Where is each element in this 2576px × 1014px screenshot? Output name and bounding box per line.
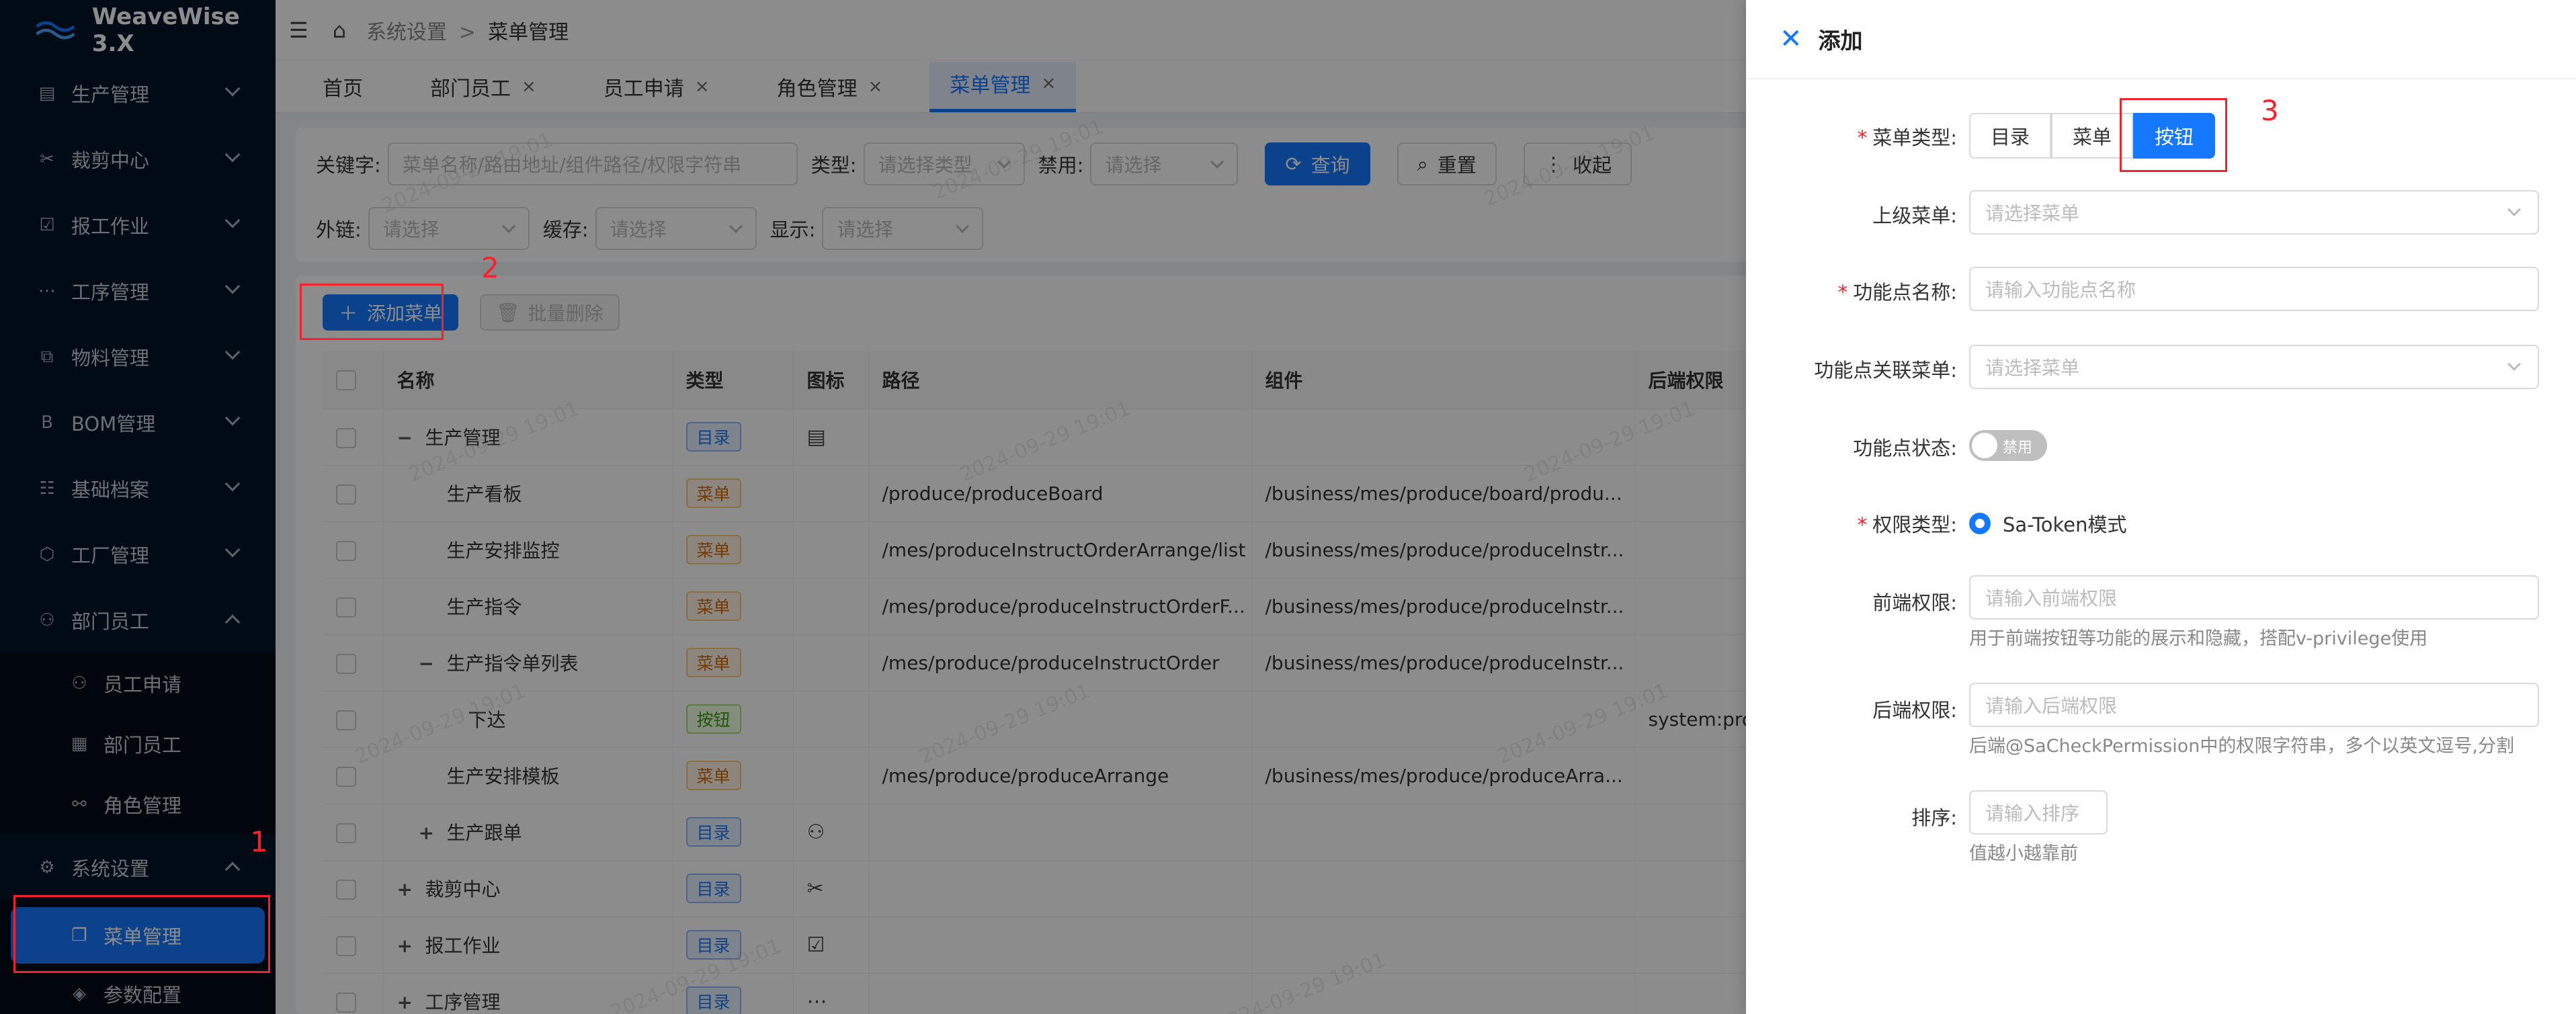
drawer-title: 添加 (1818, 28, 1863, 54)
colon: : (1950, 591, 1957, 614)
func-status-label-text: 功能点状态 (1853, 437, 1951, 460)
drawer-header: ✕ 添加 (1746, 0, 2576, 79)
chevron-down-icon (2507, 357, 2521, 371)
colon: : (1950, 699, 1957, 722)
sort-input[interactable]: 请输入排序 (1969, 790, 2108, 835)
colon: : (1950, 359, 1957, 382)
sort-label: 排序: (1755, 802, 1957, 831)
back-perm-label: 后端权限: (1755, 695, 1957, 723)
func-status-label: 功能点状态: (1755, 433, 1957, 461)
annotation-box-1 (13, 895, 270, 973)
perm-type-label-text: 权限类型 (1872, 513, 1951, 536)
back-perm-placeholder: 请输入后端权限 (1985, 695, 2118, 717)
parent-menu-label-text: 上级菜单 (1872, 204, 1951, 227)
annotation-number-2: 2 (481, 251, 499, 284)
func-name-label: * 功能点名称: (1837, 281, 1957, 304)
menu-type-label: * 菜单类型: (1857, 126, 1957, 149)
annotation-number-3: 3 (2261, 94, 2279, 127)
front-perm-label: 前端权限: (1755, 587, 1957, 616)
drawer-mask[interactable] (0, 0, 1746, 1014)
colon: : (1950, 806, 1957, 829)
func-menu-select[interactable]: 请选择菜单 (1969, 345, 2539, 389)
front-perm-label-text: 前端权限 (1872, 591, 1951, 614)
perm-type-radio[interactable]: Sa-Token模式 (1969, 509, 2127, 538)
sort-help: 值越小越靠前 (1969, 843, 2078, 864)
perm-type-label: * 权限类型: (1857, 513, 1957, 536)
front-perm-input[interactable]: 请输入前端权限 (1969, 575, 2539, 620)
chevron-down-icon (2507, 203, 2521, 216)
sort-placeholder: 请输入排序 (1985, 802, 2080, 825)
func-name-input[interactable]: 请输入功能点名称 (1969, 267, 2539, 311)
annotation-number-1: 1 (250, 825, 268, 858)
func-name-label-text: 功能点名称 (1853, 281, 1951, 304)
func-menu-label: 功能点关联菜单: (1755, 355, 1957, 383)
colon: : (1950, 513, 1957, 536)
back-perm-help: 后端@SaCheckPermission中的权限字符串，多个以英文逗号,分割 (1969, 736, 2514, 757)
sort-label-text: 排序 (1911, 806, 1951, 829)
parent-menu-placeholder: 请选择菜单 (1985, 202, 2080, 224)
annotation-box-2 (300, 284, 444, 340)
perm-type-value: Sa-Token模式 (2003, 513, 2127, 536)
colon: : (1950, 126, 1957, 149)
func-name-placeholder: 请输入功能点名称 (1985, 279, 2136, 301)
switch-text: 禁用 (2003, 439, 2033, 456)
front-perm-help: 用于前端按钮等功能的展示和隐藏，搭配v-privilege使用 (1969, 628, 2428, 649)
func-menu-placeholder: 请选择菜单 (1985, 357, 2080, 379)
colon: : (1950, 204, 1957, 227)
radio-checked-icon (1969, 513, 1991, 534)
annotation-box-3 (2120, 98, 2227, 172)
colon: : (1950, 437, 1957, 460)
menu-type-label-text: 菜单类型 (1872, 126, 1951, 149)
switch-knob (1972, 433, 1997, 458)
func-status-switch[interactable]: 禁用 (1969, 430, 2047, 461)
menu-type-option-0[interactable]: 目录 (1969, 113, 2052, 159)
back-perm-label-text: 后端权限 (1872, 699, 1951, 722)
colon: : (1950, 281, 1957, 304)
back-perm-input[interactable]: 请输入后端权限 (1969, 683, 2539, 727)
front-perm-placeholder: 请输入前端权限 (1985, 587, 2118, 609)
func-menu-label-text: 功能点关联菜单 (1814, 359, 1951, 382)
close-icon[interactable]: ✕ (1780, 24, 1802, 54)
parent-menu-label: 上级菜单: (1755, 200, 1957, 228)
parent-menu-select[interactable]: 请选择菜单 (1969, 190, 2539, 235)
